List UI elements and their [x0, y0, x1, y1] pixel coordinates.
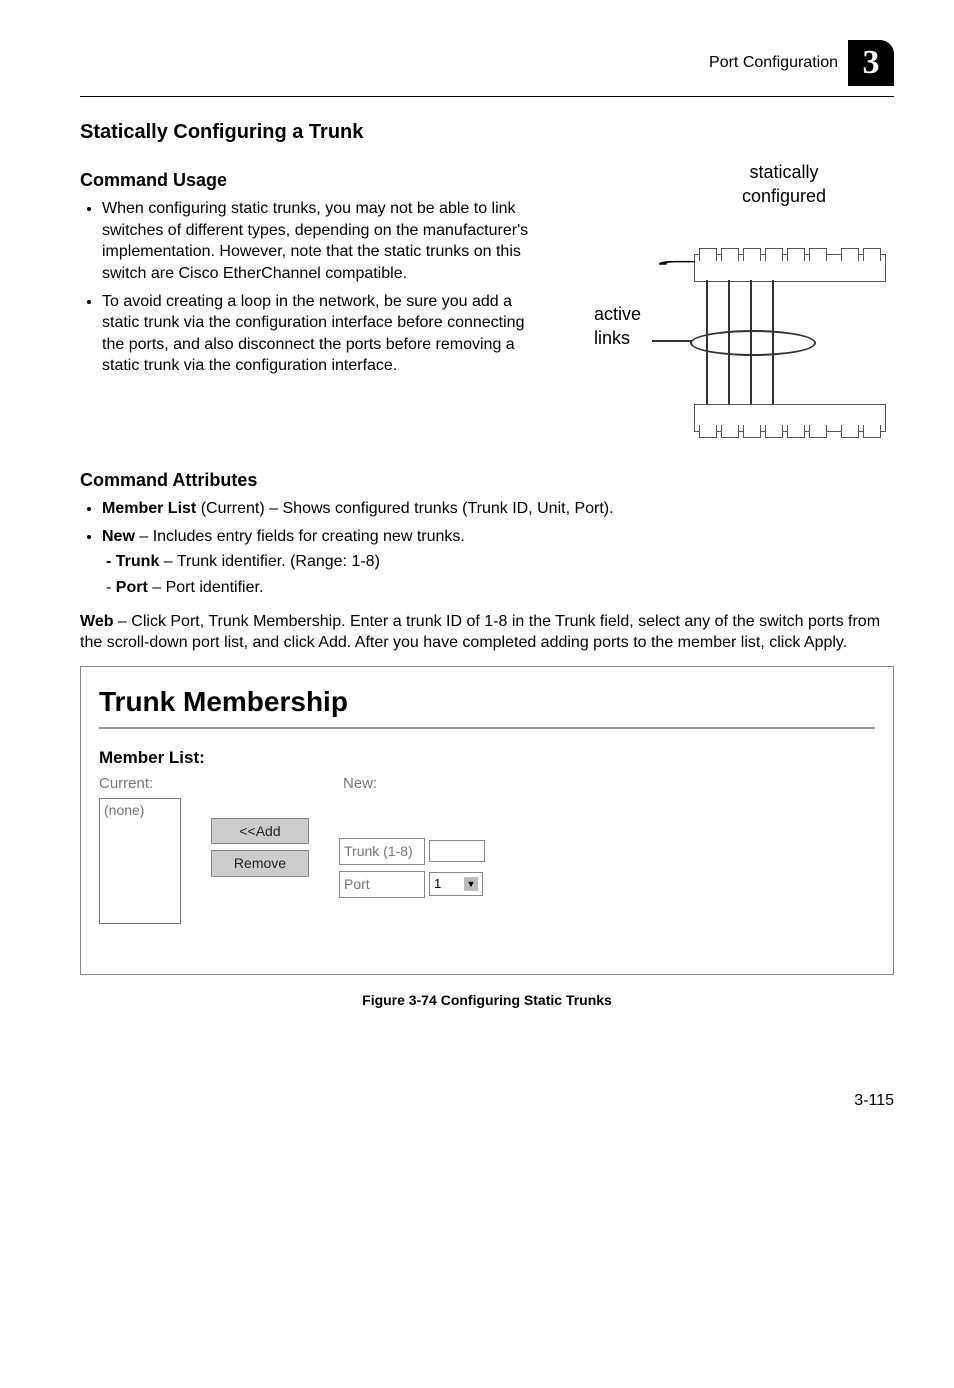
links-oval	[690, 330, 816, 356]
chevron-down-icon: ▼	[464, 877, 478, 891]
trunk-field-label: Trunk (1-8)	[339, 838, 425, 865]
attr-text: (Current) – Shows configured trunks (Tru…	[196, 500, 613, 517]
breadcrumb: Port Configuration	[709, 52, 838, 74]
attr-text: – Includes entry fields for creating new…	[135, 528, 465, 545]
web-instructions: Web – Click Port, Trunk Membership. Ente…	[80, 611, 894, 654]
attr-subtext: – Port identifier.	[148, 579, 264, 596]
attr-subitem: Trunk – Trunk identifier. (Range: 1-8)	[120, 551, 894, 573]
label-leader-line	[652, 340, 692, 342]
active-l1: active	[594, 302, 641, 326]
attr-subitem: Port – Port identifier.	[120, 577, 894, 599]
page-number: 3-115	[80, 1090, 894, 1112]
active-links-label: active links	[594, 302, 641, 351]
switch-top	[694, 254, 886, 282]
switch-bottom	[694, 404, 886, 432]
current-label: Current:	[99, 774, 181, 794]
member-list-heading: Member List:	[99, 747, 875, 770]
command-usage-heading: Command Usage	[80, 168, 544, 192]
diagram-title-l1: statically	[704, 160, 864, 184]
remove-button[interactable]: Remove	[211, 850, 309, 877]
current-value: (none)	[104, 802, 144, 818]
chapter-number: 3	[863, 40, 880, 86]
port-field-label: Port	[339, 871, 425, 898]
active-l2: links	[594, 326, 641, 350]
usage-item: To avoid creating a loop in the network,…	[102, 291, 544, 377]
add-button[interactable]: <<Add	[211, 818, 309, 845]
attr-subtext: – Trunk identifier. (Range: 1-8)	[159, 553, 380, 570]
usage-item: When configuring static trunks, you may …	[102, 198, 544, 284]
attr-item: Member List (Current) – Shows configured…	[102, 498, 894, 520]
port-value: 1	[434, 875, 441, 893]
web-lead: Web	[80, 613, 113, 630]
trunk-diagram: statically configured ︷ active links	[564, 154, 894, 454]
attributes-list: Member List (Current) – Shows configured…	[80, 498, 894, 598]
port-select[interactable]: 1 ▼	[429, 872, 483, 896]
trunk-input[interactable]	[429, 840, 485, 862]
attr-sublabel: Port	[116, 579, 148, 596]
diagram-title: statically configured	[704, 160, 864, 209]
attr-item: New – Includes entry fields for creating…	[102, 526, 894, 599]
section-title: Statically Configuring a Trunk	[80, 119, 894, 146]
new-label: New:	[343, 774, 485, 794]
usage-list: When configuring static trunks, you may …	[80, 198, 544, 377]
chapter-badge: 3	[848, 40, 894, 86]
panel-title: Trunk Membership	[99, 683, 875, 721]
command-attributes-heading: Command Attributes	[80, 468, 894, 492]
attr-label: Member List	[102, 500, 196, 517]
page-header: Port Configuration 3	[80, 40, 894, 86]
current-listbox[interactable]: (none)	[99, 798, 181, 924]
header-rule	[80, 96, 894, 97]
trunk-membership-panel: Trunk Membership Member List: Current: (…	[80, 666, 894, 975]
web-body: – Click Port, Trunk Membership. Enter a …	[80, 613, 880, 652]
attr-sublabel: Trunk	[116, 553, 160, 570]
active-links-group	[696, 280, 816, 404]
figure-caption: Figure 3-74 Configuring Static Trunks	[80, 991, 894, 1010]
diagram-title-l2: configured	[704, 184, 864, 208]
panel-rule	[99, 727, 875, 729]
attr-label: New	[102, 528, 135, 545]
